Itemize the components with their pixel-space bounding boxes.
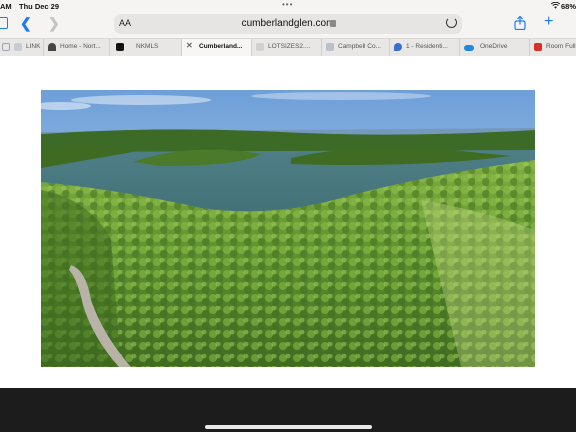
tab-label: Campbell Co... <box>338 43 381 50</box>
reload-icon[interactable] <box>446 17 457 28</box>
home-indicator[interactable] <box>205 425 372 429</box>
favicon-icon <box>116 43 124 51</box>
tab-nkmls[interactable]: NKMLS <box>110 39 182 56</box>
map-pin-icon <box>394 43 402 51</box>
sidebar-icon[interactable] <box>0 17 8 29</box>
tab-label: Room Full <box>546 43 576 50</box>
share-icon[interactable] <box>514 16 526 30</box>
favicon-icon <box>14 43 22 51</box>
tab-bar: LINK Home - Nort... NKMLS ✕ Cumberland..… <box>0 38 576 56</box>
tab-label: LINK <box>26 43 41 50</box>
tab-link[interactable]: LINK <box>0 39 44 56</box>
wifi-icon <box>551 2 560 9</box>
tab-label: 1 - Residenti... <box>406 43 448 50</box>
tab-label: Cumberland... <box>199 43 243 50</box>
forward-arrow-icon[interactable]: ❯ <box>48 15 60 32</box>
tab-onedrive[interactable]: OneDrive <box>460 39 530 56</box>
address-bar[interactable]: AA cumberlandglen.com <box>114 14 462 34</box>
favicon-icon <box>534 43 542 51</box>
cloud-icon <box>464 45 474 51</box>
close-tab-icon[interactable]: ✕ <box>186 41 194 50</box>
web-page <box>0 56 576 388</box>
favicon-icon <box>48 43 56 51</box>
tab-label: Home - Nort... <box>60 43 101 50</box>
tab-label: NKMLS <box>136 43 159 50</box>
status-date: Thu Dec 29 <box>19 2 60 11</box>
status-time: AM <box>0 2 12 11</box>
favicon-icon <box>2 43 10 51</box>
navigation-row: ❮ ❯ AA cumberlandglen.com + <box>0 13 576 37</box>
browser-chrome: AM Thu Dec 29 ••• 68% ❮ ❯ AA cumberlandg… <box>0 0 576 56</box>
tab-cumberland[interactable]: ✕ Cumberland... <box>182 39 252 56</box>
tab-campbell-co[interactable]: Campbell Co... <box>322 39 390 56</box>
tab-label: LOTSIZES2.... <box>268 43 311 50</box>
favicon-icon <box>256 43 264 51</box>
new-tab-plus-icon[interactable]: + <box>544 13 553 31</box>
status-bar: AM Thu Dec 29 ••• 68% <box>0 0 576 12</box>
tab-lotsizes[interactable]: LOTSIZES2.... <box>252 39 322 56</box>
battery-percent: 68% <box>561 2 576 11</box>
tab-home-north[interactable]: Home - Nort... <box>44 39 110 56</box>
back-arrow-icon[interactable]: ❮ <box>20 15 32 32</box>
lake-landscape-photo <box>41 90 535 367</box>
favicon-icon <box>326 43 334 51</box>
tab-label: OneDrive <box>480 43 508 50</box>
hero-image <box>41 90 535 367</box>
bottom-bar <box>0 388 576 432</box>
lock-icon <box>330 20 336 27</box>
multitasking-dots-icon[interactable]: ••• <box>282 0 293 9</box>
tab-room-full[interactable]: Room Full <box>530 39 576 56</box>
tab-residential[interactable]: 1 - Residenti... <box>390 39 460 56</box>
url-text[interactable]: cumberlandglen.com <box>114 18 462 29</box>
